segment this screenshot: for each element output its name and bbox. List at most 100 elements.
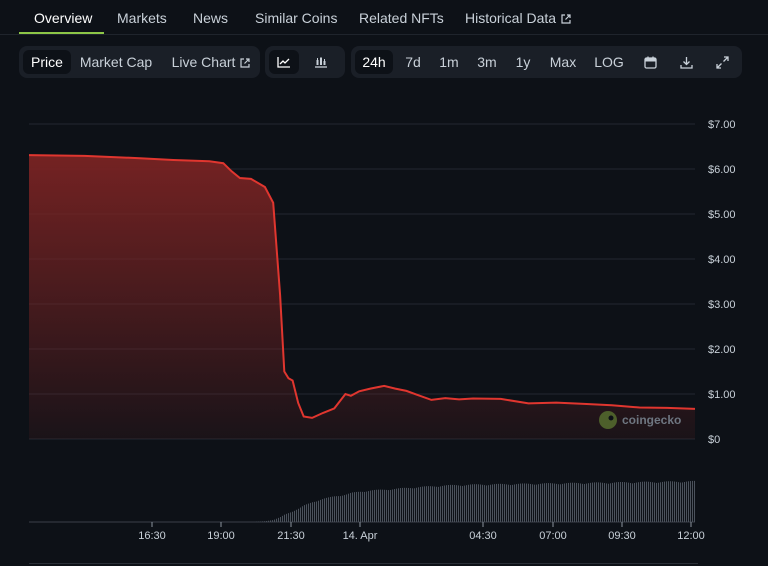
- volume-bar: [656, 482, 657, 522]
- volume-bar: [318, 500, 319, 522]
- volume-bar: [586, 483, 587, 522]
- volume-bar: [610, 483, 611, 522]
- volume-bar: [552, 483, 553, 522]
- volume-bar: [274, 519, 275, 522]
- volume-bar: [538, 484, 539, 522]
- volume-bar: [380, 489, 381, 522]
- y-tick-label: $1.00: [708, 389, 736, 401]
- volume-bar: [562, 483, 563, 522]
- volume-bar: [372, 490, 373, 522]
- volume-bar: [542, 483, 543, 522]
- volume-bar: [366, 491, 367, 522]
- volume-bar: [686, 481, 687, 522]
- volume-bar: [628, 482, 629, 522]
- volume-bar: [348, 493, 349, 522]
- volume-bar: [462, 486, 463, 522]
- price-chart[interactable]: $7.00 $6.00 $5.00 $4.00 $3.00 $2.00 $1.00 $0 16…: [0, 0, 768, 566]
- volume-bar: [360, 491, 361, 522]
- volume-bar: [692, 480, 693, 522]
- y-tick-label: $4.00: [708, 254, 736, 266]
- volume-bar: [666, 481, 667, 522]
- volume-bar: [560, 484, 561, 522]
- volume-bar: [400, 488, 401, 522]
- volume-bar: [394, 489, 395, 522]
- volume-bar: [648, 481, 649, 522]
- volume-bar: [328, 497, 329, 522]
- volume-bar: [568, 482, 569, 522]
- volume-bar: [484, 485, 485, 522]
- volume-bar: [314, 501, 315, 522]
- volume-bar: [464, 485, 465, 522]
- volume-bar: [522, 483, 523, 522]
- volume-bar: [636, 482, 637, 522]
- volume-bar: [320, 499, 321, 522]
- volume-bar: [294, 510, 295, 522]
- volume-bar: [312, 502, 313, 522]
- volume-bar: [292, 511, 293, 522]
- volume-bar: [266, 521, 267, 522]
- volume-bar: [382, 489, 383, 522]
- volume-bar: [614, 482, 615, 522]
- volume-bar: [326, 497, 327, 522]
- volume-bar: [616, 482, 617, 522]
- volume-bar: [662, 481, 663, 522]
- volume-bar: [290, 512, 291, 522]
- volume-bar: [600, 482, 601, 522]
- volume-bar: [340, 496, 341, 522]
- volume-bar: [578, 483, 579, 522]
- volume-bar: [260, 521, 261, 522]
- volume-bar: [570, 482, 571, 522]
- volume-bar: [544, 483, 545, 522]
- volume-bar: [564, 483, 565, 522]
- chart-bottom-border: [29, 563, 698, 564]
- x-tick-label: 14. Apr: [343, 530, 378, 542]
- volume-bar: [672, 481, 673, 522]
- volume-bar: [490, 484, 491, 522]
- volume-bar: [356, 491, 357, 522]
- volume-bar: [376, 489, 377, 522]
- volume-bar: [674, 481, 675, 522]
- volume-bar: [310, 502, 311, 522]
- volume-bar: [472, 484, 473, 522]
- volume-bar: [284, 514, 285, 522]
- volume-bar: [262, 521, 263, 522]
- volume-bar: [442, 485, 443, 522]
- volume-bar: [300, 507, 301, 522]
- volume-bar: [530, 483, 531, 522]
- x-tick-label: 16:30: [138, 530, 166, 542]
- volume-bar: [378, 489, 379, 522]
- volume-bar: [526, 483, 527, 522]
- x-tick-label: 19:00: [207, 530, 235, 542]
- volume-bar: [264, 521, 265, 522]
- volume-bar: [404, 487, 405, 522]
- volume-bar: [594, 482, 595, 522]
- volume-bar: [408, 487, 409, 522]
- volume-bar: [608, 483, 609, 522]
- volume-bar: [690, 481, 691, 522]
- volume-bar: [500, 483, 501, 522]
- volume-bar: [388, 490, 389, 522]
- volume-bar: [446, 485, 447, 522]
- volume-bar: [436, 486, 437, 522]
- volume-bar: [660, 482, 661, 522]
- volume-bar: [352, 492, 353, 522]
- volume-bar: [358, 491, 359, 522]
- volume-bar: [650, 481, 651, 522]
- volume-bar: [492, 484, 493, 522]
- volume-bar: [362, 491, 363, 522]
- volume-bar: [550, 483, 551, 522]
- volume-bar: [336, 496, 337, 522]
- y-tick-label: $2.00: [708, 344, 736, 356]
- volume-bar: [440, 486, 441, 522]
- volume-bar: [602, 482, 603, 522]
- volume-bar: [512, 484, 513, 522]
- volume-bar: [384, 489, 385, 522]
- volume-bar: [460, 485, 461, 522]
- y-tick-label: $6.00: [708, 164, 736, 176]
- coingecko-watermark: coingecko: [599, 411, 681, 429]
- volume-bar: [514, 484, 515, 522]
- volume-bar: [524, 483, 525, 522]
- volume-bar: [474, 484, 475, 522]
- volume-bar: [476, 484, 477, 522]
- volume-bar: [424, 486, 425, 522]
